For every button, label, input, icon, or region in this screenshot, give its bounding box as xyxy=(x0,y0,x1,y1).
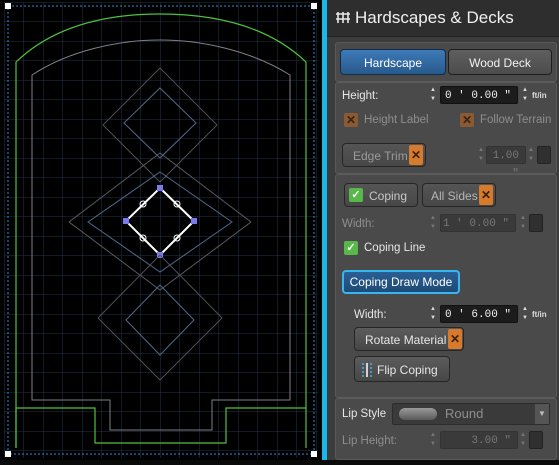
edge-trim-input[interactable]: 1.00 " xyxy=(486,146,526,180)
edge-trim-extra[interactable] xyxy=(537,146,551,164)
all-sides-label: All Sides xyxy=(431,189,478,203)
coping-width2-input[interactable]: 0 ' 6.00 " xyxy=(440,305,518,323)
coping-line-label: Coping Line xyxy=(364,242,426,254)
coping-button[interactable]: ✓ Coping xyxy=(344,183,418,207)
lip-height-spinner[interactable]: ▲ ▼ xyxy=(428,431,438,449)
hardscapes-panel: Hardscapes & Decks Hardscape Wood Deck H… xyxy=(327,0,559,460)
flip-coping-label: Flip Coping xyxy=(377,363,438,377)
edge-trim-checkbox[interactable]: ✕ xyxy=(409,145,423,165)
height-spinner[interactable]: ▲ ▼ xyxy=(428,86,438,104)
grid xyxy=(4,2,318,458)
coping-width-extra[interactable] xyxy=(529,214,543,232)
coping-group: ✓ Coping All Sides ✕ Width: ▲ ▼ 1 ' 0.00 … xyxy=(335,174,557,398)
height-group: Height: ▲ ▼ 0 ' 0.00 " ▲ ▼ ft/in ✕ Height … xyxy=(335,82,557,180)
mode-tabs-group: Hardscape Wood Deck xyxy=(335,42,557,82)
lip-height-label: Lip Height: xyxy=(342,435,397,447)
tab-hardscape[interactable]: Hardscape xyxy=(340,49,446,75)
chevron-down-icon[interactable]: ▼ xyxy=(535,404,549,424)
rotate-material-label: Rotate Material xyxy=(365,333,447,347)
flip-coping-button[interactable]: Flip Coping xyxy=(354,356,450,382)
coping-width-spinner-right[interactable]: ▲ ▼ xyxy=(518,214,528,232)
edge-trim-button[interactable]: Edge Trim ✕ xyxy=(342,143,426,167)
lip-height-spinner-right[interactable]: ▲ ▼ xyxy=(518,431,528,449)
coping-checkbox[interactable]: ✓ xyxy=(349,188,363,202)
height-label-checkbox[interactable]: ✕ xyxy=(344,113,358,127)
edge-trim-label: Edge Trim xyxy=(353,149,408,163)
coping-width-label: Width: xyxy=(342,218,375,230)
height-spinner-right[interactable]: ▲ ▼ xyxy=(520,86,530,104)
coping-line-checkbox[interactable]: ✓ xyxy=(344,241,358,255)
lip-style-value: Round xyxy=(445,406,484,421)
coping-draw-mode-button[interactable]: Coping Draw Mode xyxy=(342,270,460,294)
edge-trim-spinner[interactable]: ▲ ▼ xyxy=(476,146,486,164)
coping-width2-units: ft/in xyxy=(532,310,547,319)
design-canvas[interactable] xyxy=(0,0,322,460)
lip-group: Lip Style Round ▼ Lip Height: ▲ ▼ 3.00 " … xyxy=(335,398,557,460)
coping-width-input[interactable]: 1 ' 0.00 " xyxy=(440,214,516,232)
all-sides-button[interactable]: All Sides ✕ xyxy=(422,183,496,207)
rotate-material-checkbox[interactable]: ✕ xyxy=(448,329,462,349)
coping-width-spinner[interactable]: ▲ ▼ xyxy=(428,214,438,232)
height-units: ft/in xyxy=(532,91,547,100)
all-sides-checkbox[interactable]: ✕ xyxy=(479,185,493,205)
coping-label: Coping xyxy=(369,189,408,203)
coping-width2-spinner[interactable]: ▲ ▼ xyxy=(428,305,438,323)
height-label: Height: xyxy=(342,90,379,102)
flip-icon xyxy=(361,361,373,377)
height-label-toggle-label: Height Label xyxy=(364,114,429,126)
lip-height-extra[interactable] xyxy=(529,431,543,449)
edge-trim-spinner-right[interactable]: ▲ ▼ xyxy=(526,146,536,164)
follow-terrain-label: Follow Terrain xyxy=(480,114,552,126)
lip-style-select[interactable]: Round ▼ xyxy=(392,403,550,425)
coping-width2-label: Width: xyxy=(354,309,387,321)
deck-icon xyxy=(335,10,351,24)
panel-title: Hardscapes & Decks xyxy=(355,8,514,27)
lip-height-input[interactable]: 3.00 " xyxy=(440,431,518,449)
rotate-material-button[interactable]: Rotate Material ✕ xyxy=(354,327,464,351)
follow-terrain-checkbox[interactable]: ✕ xyxy=(460,113,474,127)
panel-header: Hardscapes & Decks xyxy=(327,0,559,37)
lip-style-label: Lip Style xyxy=(342,408,387,420)
coping-width2-spinner-right[interactable]: ▲ ▼ xyxy=(520,305,530,323)
height-input[interactable]: 0 ' 0.00 " xyxy=(440,86,518,104)
lip-profile-icon xyxy=(399,408,437,420)
tab-wood-deck[interactable]: Wood Deck xyxy=(448,49,552,75)
canvas-drawing[interactable] xyxy=(0,0,322,460)
